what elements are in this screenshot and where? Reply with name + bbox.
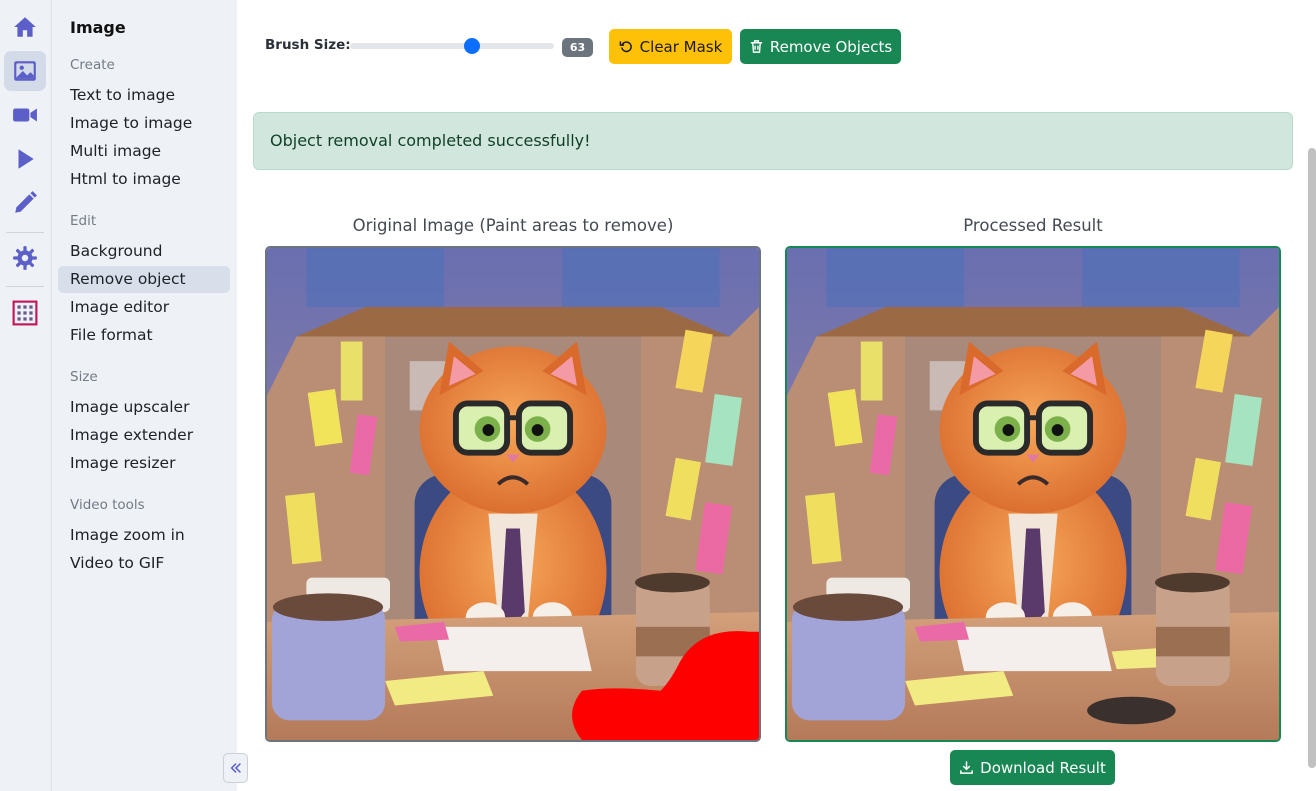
download-result-button[interactable]: Download Result <box>950 750 1115 785</box>
image-icon[interactable] <box>4 51 46 91</box>
menu-item-remove-object[interactable]: Remove object <box>58 266 230 293</box>
processed-result-image <box>785 246 1281 742</box>
trash-icon <box>750 40 762 53</box>
video-camera-icon[interactable] <box>4 95 46 135</box>
remove-objects-button[interactable]: Remove Objects <box>740 29 901 64</box>
menu-item-file-format[interactable]: File format <box>58 322 230 349</box>
clear-mask-label: Clear Mask <box>639 37 723 56</box>
menu-item-image-editor[interactable]: Image editor <box>58 294 230 321</box>
menu-item-html-to-image[interactable]: Html to image <box>58 166 230 193</box>
settings-gear-icon[interactable] <box>4 238 46 278</box>
menu-title: Image <box>70 18 126 37</box>
menu-item-text-to-image[interactable]: Text to image <box>58 82 230 109</box>
menu-group-edit: Edit <box>70 213 97 229</box>
menu-item-video-to-gif[interactable]: Video to GIF <box>58 550 230 577</box>
menu-item-image-resizer[interactable]: Image resizer <box>58 450 230 477</box>
brush-size-label: Brush Size: <box>265 37 351 53</box>
download-result-label: Download Result <box>980 758 1106 777</box>
menu-item-image-zoom-in[interactable]: Image zoom in <box>58 522 230 549</box>
menu-group-size: Size <box>70 369 98 385</box>
processed-result-title: Processed Result <box>963 216 1103 235</box>
play-icon[interactable] <box>4 139 46 179</box>
menu-item-multi-image[interactable]: Multi image <box>58 138 230 165</box>
menu-item-background[interactable]: Background <box>58 238 230 265</box>
rail-divider <box>6 286 44 287</box>
home-icon[interactable] <box>4 7 46 47</box>
download-icon <box>960 761 974 774</box>
original-image-title: Original Image (Paint areas to remove) <box>352 216 674 235</box>
menu-group-video-tools: Video tools <box>70 497 145 513</box>
menu-item-image-upscaler[interactable]: Image upscaler <box>58 394 230 421</box>
rail-divider <box>6 232 44 233</box>
pencil-icon[interactable] <box>4 183 46 223</box>
calculator-grid-icon[interactable] <box>4 293 46 333</box>
menu-group-create: Create <box>70 57 115 73</box>
brush-size-slider-thumb[interactable] <box>464 38 481 54</box>
original-image-canvas[interactable] <box>265 246 761 742</box>
remove-objects-label: Remove Objects <box>769 37 893 56</box>
page-scrollbar[interactable] <box>1308 148 1316 768</box>
cat-office-image <box>267 248 759 740</box>
brush-size-slider[interactable] <box>350 38 554 54</box>
double-chevron-left-icon <box>230 763 241 773</box>
success-alert: Object removal completed successfully! <box>253 112 1293 170</box>
menu-item-image-extender[interactable]: Image extender <box>58 422 230 449</box>
clear-mask-button[interactable]: Clear Mask <box>609 29 732 64</box>
side-menu: Image Create Text to image Image to imag… <box>52 0 237 791</box>
icon-rail <box>0 0 52 791</box>
rotate-ccw-icon <box>619 41 632 53</box>
collapse-sidebar-button[interactable] <box>223 753 248 783</box>
brush-size-value-badge: 63 <box>562 38 593 57</box>
menu-item-image-to-image[interactable]: Image to image <box>58 110 230 137</box>
cat-office-result-image <box>787 248 1279 740</box>
